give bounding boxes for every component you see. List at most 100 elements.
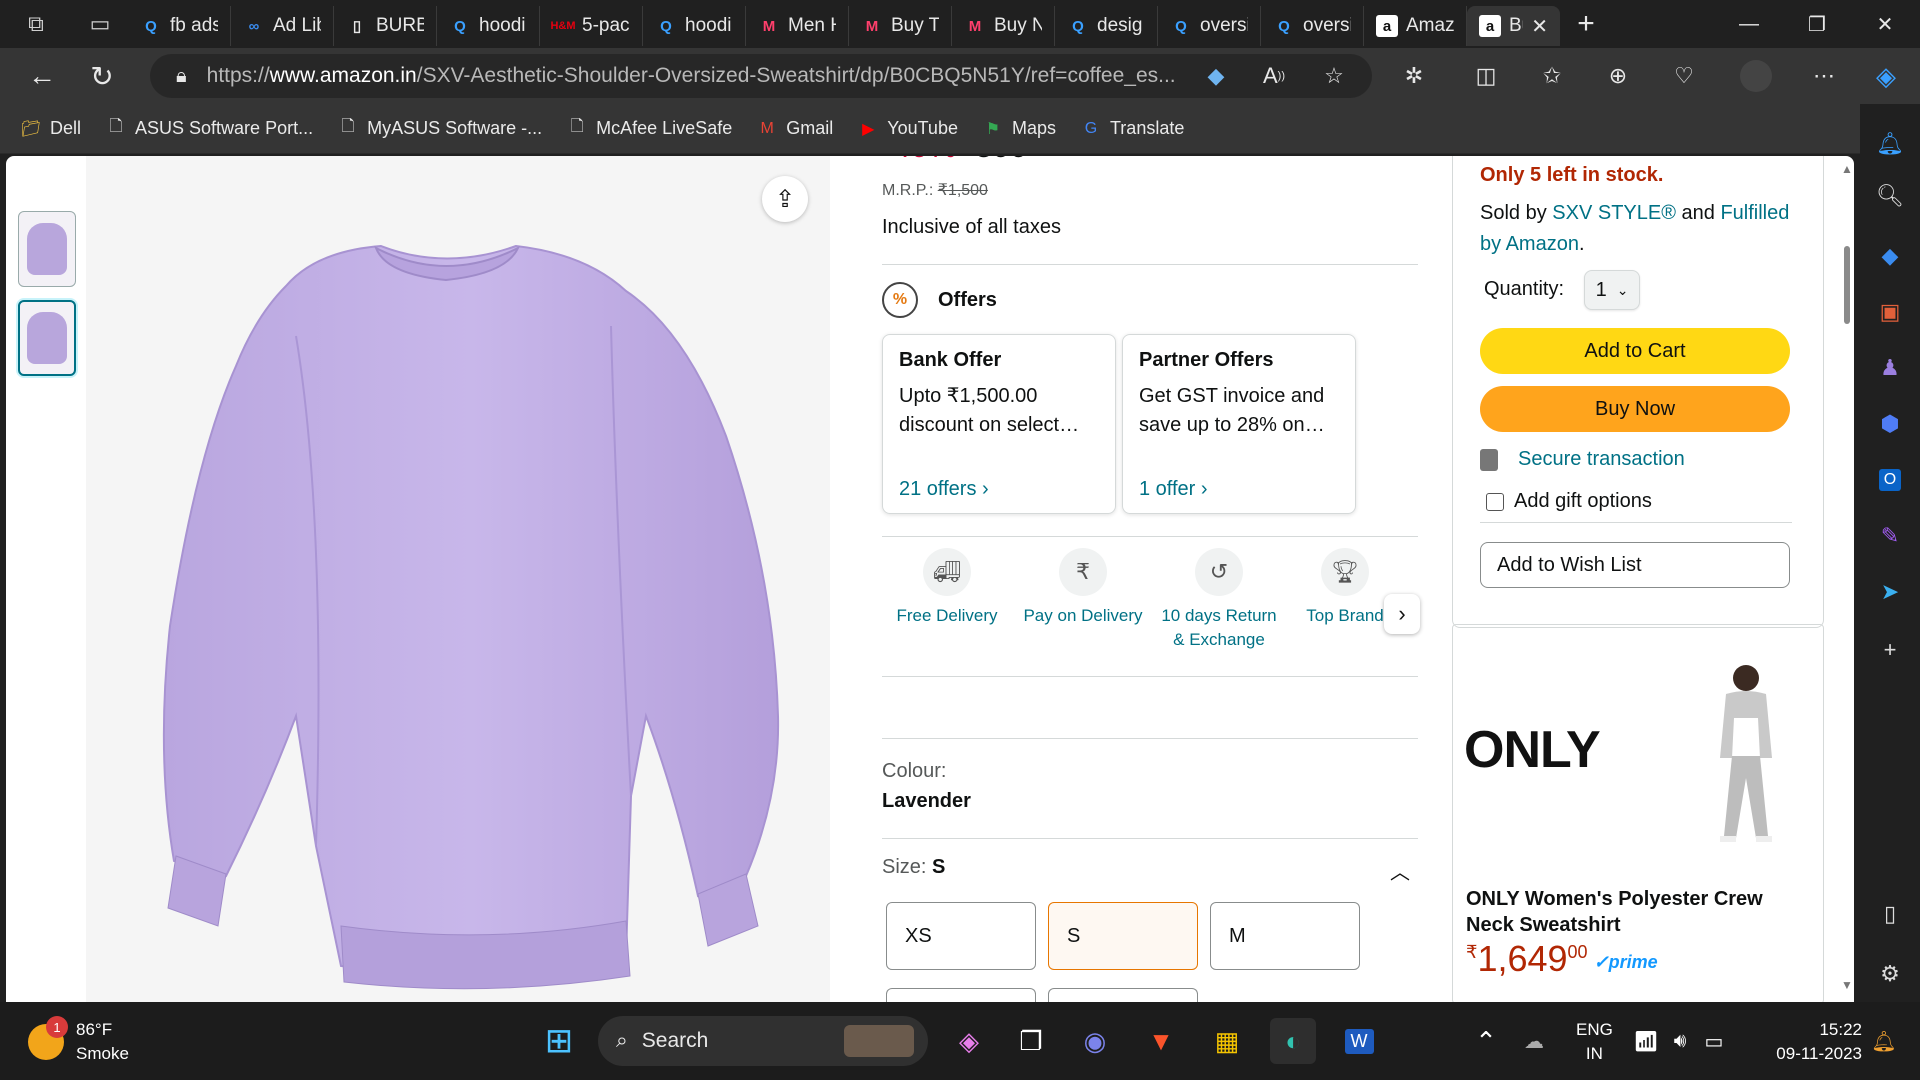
- product-main-image[interactable]: [86, 156, 830, 1002]
- tab-1[interactable]: ∞ Ad Lib: [231, 6, 334, 46]
- page-scrollbar[interactable]: ▲ ▼: [1840, 156, 1854, 1002]
- bookmark-1[interactable]: 🗋 ASUS Software Port...: [105, 118, 314, 140]
- bookmark-7[interactable]: G Translate: [1080, 118, 1185, 140]
- tab-10[interactable]: Qoversi: [1158, 6, 1261, 46]
- add-to-wishlist-button[interactable]: Add to Wish List: [1480, 542, 1790, 588]
- ad-product-title[interactable]: ONLY Women's Polyester Crew Neck Sweatsh…: [1466, 886, 1806, 938]
- bookmark-5[interactable]: ▶ YouTube: [857, 118, 958, 140]
- feature-free-delivery[interactable]: 🚚︎ Free Delivery: [882, 548, 1012, 628]
- feature-return-exchange[interactable]: ↺ 10 days Return & Exchange: [1154, 548, 1284, 652]
- tab-8[interactable]: M Buy N: [952, 6, 1055, 46]
- gift-checkbox[interactable]: [1486, 492, 1504, 511]
- back-icon[interactable]: ←: [12, 48, 72, 104]
- teams-chat-icon[interactable]: ◉: [1072, 1018, 1118, 1064]
- drop-icon[interactable]: ➤: [1870, 572, 1910, 612]
- taskbar-search[interactable]: ⌕ Search: [598, 1016, 928, 1066]
- new-tab-button[interactable]: +: [1560, 7, 1612, 41]
- scrollbar-thumb[interactable]: [1844, 246, 1850, 324]
- refresh-icon[interactable]: ↻: [72, 48, 132, 104]
- tab-3[interactable]: Qhoodi: [437, 6, 540, 46]
- outlook-icon[interactable]: O: [1870, 460, 1910, 500]
- browser-essentials-icon[interactable]: ♡: [1662, 56, 1706, 96]
- address-bar[interactable]: 🔒︎ https://www.amazon.in/SXV-Aesthetic-S…: [150, 54, 1372, 98]
- read-aloud-icon[interactable]: A)): [1252, 56, 1296, 96]
- split-screen-icon[interactable]: ◫: [1464, 56, 1508, 96]
- product-thumbnail-1[interactable]: [18, 211, 76, 287]
- bookmark-2[interactable]: 🗋 MyASUS Software -...: [337, 118, 542, 140]
- collections-icon[interactable]: ⊕: [1596, 56, 1640, 96]
- notifications-bell-icon[interactable]: 🔔︎: [1870, 124, 1910, 164]
- gift-options[interactable]: Add gift options: [1486, 490, 1652, 513]
- buy-now-button[interactable]: Buy Now: [1480, 386, 1790, 432]
- tray-chevron-up-icon[interactable]: ⌃: [1468, 1018, 1504, 1064]
- extensions-icon[interactable]: ✲: [1392, 56, 1436, 96]
- copilot-pre-icon[interactable]: ◈: [946, 1018, 992, 1064]
- add-to-cart-button[interactable]: Add to Cart: [1480, 328, 1790, 374]
- offer-count-link[interactable]: 1 offer ›: [1139, 478, 1208, 501]
- size-option-partial[interactable]: [1048, 988, 1198, 1002]
- microsoft-store-icon[interactable]: ▦: [1204, 1018, 1250, 1064]
- tab-7[interactable]: M Buy Th: [849, 6, 952, 46]
- favorites-icon[interactable]: ✩: [1530, 56, 1574, 96]
- wifi-icon[interactable]: 📶︎: [1630, 1018, 1662, 1064]
- tab-6[interactable]: M Men H: [746, 6, 849, 46]
- tab-2[interactable]: ▯ BURBE: [334, 6, 437, 46]
- offer-card-bank[interactable]: Bank Offer Upto ₹1,500.00 discount on se…: [882, 334, 1116, 514]
- bookmark-3[interactable]: 🗋 McAfee LiveSafe: [566, 118, 733, 140]
- tab-9[interactable]: Qdesig: [1055, 6, 1158, 46]
- designer-icon[interactable]: ✎: [1870, 516, 1910, 556]
- restore-icon[interactable]: ❐: [1782, 0, 1852, 48]
- tab-11[interactable]: Qoversi: [1261, 6, 1364, 46]
- bookmark-0[interactable]: 📁︎ Dell: [20, 118, 81, 140]
- clock[interactable]: 15:22 09-11-2023: [1752, 1018, 1862, 1066]
- tab-12[interactable]: a Amaz: [1364, 6, 1467, 46]
- onedrive-icon[interactable]: ☁: [1514, 1018, 1554, 1064]
- bookmark-6[interactable]: ⚑ Maps: [982, 118, 1056, 140]
- close-window-icon[interactable]: ✕: [1850, 0, 1920, 48]
- offer-card-partner[interactable]: Partner Offers Get GST invoice and save …: [1122, 334, 1356, 514]
- minimize-icon[interactable]: —: [1714, 0, 1784, 48]
- word-icon[interactable]: W: [1336, 1018, 1382, 1064]
- chevron-up-icon[interactable]: ︿: [1390, 856, 1410, 885]
- tab-4[interactable]: H&M 5-pac: [540, 6, 643, 46]
- size-option-m[interactable]: M: [1210, 902, 1360, 970]
- bookmark-4[interactable]: M Gmail: [756, 118, 834, 140]
- copilot-icon[interactable]: ◈: [1864, 56, 1908, 96]
- seller-link[interactable]: SXV STYLE®: [1552, 202, 1676, 224]
- notification-bell-icon[interactable]: 🔔︎: [1866, 1018, 1902, 1064]
- size-option-partial[interactable]: [886, 988, 1036, 1002]
- weather-widget[interactable]: 1 86°F Smoke: [28, 1016, 129, 1066]
- workspaces-icon[interactable]: ⧉: [0, 0, 72, 48]
- games-icon[interactable]: ♟: [1870, 348, 1910, 388]
- favorite-star-icon[interactable]: ☆: [1312, 56, 1356, 96]
- share-icon[interactable]: ⇪: [762, 176, 808, 222]
- search-icon[interactable]: 🔍︎: [1870, 176, 1910, 216]
- task-view-icon[interactable]: ❐: [1008, 1018, 1054, 1064]
- edge-browser-icon[interactable]: ◐: [1270, 1018, 1316, 1064]
- start-windows-icon[interactable]: ⊞: [536, 1018, 582, 1064]
- battery-icon[interactable]: ▭: [1698, 1018, 1730, 1064]
- microsoft-365-icon[interactable]: ⬢: [1870, 404, 1910, 444]
- scroll-down-icon[interactable]: ▼: [1841, 978, 1853, 992]
- tab-0[interactable]: Qfb ads: [128, 6, 231, 46]
- size-option-xs[interactable]: XS: [886, 902, 1036, 970]
- quantity-select[interactable]: 1 ⌄: [1584, 270, 1640, 310]
- tab-5[interactable]: Qhoodi: [643, 6, 746, 46]
- add-sidebar-app-icon[interactable]: +: [1870, 630, 1910, 670]
- brave-browser-icon[interactable]: ▼: [1138, 1018, 1184, 1064]
- size-option-s[interactable]: S: [1048, 902, 1198, 970]
- hide-sidebar-icon[interactable]: ▯: [1870, 894, 1910, 934]
- close-tab-icon[interactable]: ✕: [1531, 14, 1548, 39]
- feature-pay-on-delivery[interactable]: ₹ Pay on Delivery: [1018, 548, 1148, 628]
- vertical-tabs-icon[interactable]: ▭: [72, 0, 128, 48]
- shopping-tag-icon[interactable]: ◆: [1870, 236, 1910, 276]
- product-thumbnail-2[interactable]: [18, 300, 76, 376]
- tab-active[interactable]: a Bu ✕: [1467, 6, 1560, 46]
- tools-briefcase-icon[interactable]: ▣: [1870, 292, 1910, 332]
- scroll-up-icon[interactable]: ▲: [1841, 162, 1853, 176]
- profile-avatar[interactable]: [1734, 56, 1778, 96]
- secure-transaction[interactable]: Secure transaction: [1480, 448, 1685, 471]
- volume-icon[interactable]: 🔊︎: [1664, 1018, 1696, 1064]
- sidebar-settings-icon[interactable]: ⚙: [1870, 954, 1910, 994]
- coupon-tag-icon[interactable]: ◆: [1194, 56, 1238, 96]
